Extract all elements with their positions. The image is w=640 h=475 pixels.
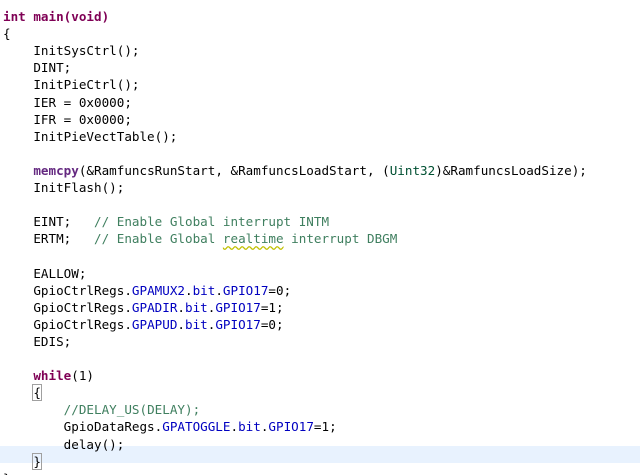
code-token: DINT; — [3, 60, 72, 76]
code-line[interactable]: EALLOW; — [3, 265, 86, 282]
code-token: =0; — [260, 316, 284, 332]
code-line[interactable]: IFR = 0x0000; — [3, 111, 132, 128]
code-token: . — [177, 316, 185, 332]
code-token: } — [32, 452, 42, 470]
code-token: delay(); — [3, 436, 125, 452]
code-token: EALLOW; — [3, 265, 87, 281]
code-token: GPIO17 — [215, 316, 261, 332]
code-token: EINT; — [3, 214, 94, 230]
code-token: GPIO17 — [215, 299, 261, 315]
code-token: interrupt DBGM — [283, 231, 398, 247]
code-line[interactable]: InitPieVectTable(); — [3, 128, 177, 145]
code-token: GPIO17 — [268, 419, 314, 435]
code-token: . — [177, 299, 185, 315]
text-caret — [40, 453, 42, 468]
code-token: // Enable Global — [94, 231, 223, 247]
code-token: bit — [185, 316, 208, 332]
code-token: bit — [192, 282, 216, 298]
code-line[interactable]: { — [3, 384, 42, 402]
code-line[interactable]: { — [3, 25, 11, 42]
code-token: GPAPUD — [131, 316, 178, 332]
code-token: (&RamfuncsRunStart, &RamfuncsLoadStart, … — [78, 162, 390, 178]
code-token: =0; — [268, 282, 292, 298]
code-token: GPAMUX2 — [131, 282, 185, 298]
code-token: InitSysCtrl(); — [3, 43, 140, 59]
code-line[interactable]: DINT; — [3, 59, 71, 76]
code-line[interactable]: ERTM; // Enable Global realtime interrup… — [3, 230, 397, 247]
code-line[interactable]: } — [3, 452, 42, 470]
code-line[interactable]: GpioDataRegs.GPATOGGLE.bit.GPIO17=1; — [3, 418, 337, 435]
code-line[interactable]: } — [3, 470, 11, 475]
code-line[interactable]: GpioCtrlRegs.GPAPUD.bit.GPIO17=0; — [3, 316, 284, 333]
code-token: //DELAY_US(DELAY); — [63, 402, 201, 418]
code-line[interactable]: delay(); — [3, 436, 125, 453]
code-line[interactable]: while(1) — [3, 367, 94, 384]
code-token: =1; — [260, 299, 284, 315]
code-editor[interactable]: int main(void) { InitSysCtrl(); DINT; Ini… — [0, 0, 640, 475]
code-token: GPATOGGLE — [162, 419, 231, 435]
code-token: Uint32 — [389, 162, 436, 178]
code-line[interactable]: InitPieCtrl(); — [3, 76, 139, 93]
code-token: int main(void) — [3, 9, 110, 24]
code-token: realtime — [222, 231, 284, 247]
code-token: =1; — [313, 419, 337, 435]
code-token: (1) — [71, 368, 95, 384]
code-token: IFR = 0x0000; — [3, 111, 132, 127]
code-line[interactable]: EINT; // Enable Global interrupt INTM — [3, 213, 329, 230]
code-token: bit — [185, 299, 208, 315]
code-line[interactable]: InitFlash(); — [3, 179, 124, 196]
code-line[interactable]: memcpy(&RamfuncsRunStart, &RamfuncsLoadS… — [3, 162, 587, 179]
code-token: GPIO17 — [222, 282, 269, 298]
code-token: GPADIR — [131, 299, 178, 315]
code-token: GpioCtrlRegs. — [3, 316, 132, 332]
code-token: { — [32, 384, 42, 402]
code-token: // Enable Global interrupt INTM — [94, 214, 330, 230]
code-token: bit — [238, 419, 261, 435]
code-token: GpioCtrlRegs. — [3, 299, 132, 315]
code-token: IER = 0x0000; — [3, 94, 132, 110]
code-token: . — [184, 282, 193, 298]
code-token: InitFlash(); — [3, 180, 125, 195]
code-token: GpioDataRegs. — [3, 419, 163, 435]
code-token: } — [3, 471, 11, 475]
code-token: { — [3, 26, 11, 42]
code-token: memcpy — [33, 162, 79, 178]
code-token: while — [33, 368, 72, 384]
code-line[interactable]: GpioCtrlRegs.GPAMUX2.bit.GPIO17=0; — [3, 282, 291, 299]
code-token: InitPieCtrl(); — [3, 77, 140, 93]
code-line[interactable]: IER = 0x0000; — [3, 94, 132, 111]
code-token: ERTM; — [3, 231, 94, 247]
code-token: . — [230, 419, 239, 435]
code-token: GpioCtrlRegs. — [3, 282, 132, 298]
code-line[interactable]: //DELAY_US(DELAY); — [3, 401, 200, 418]
code-line[interactable]: GpioCtrlRegs.GPADIR.bit.GPIO17=1; — [3, 299, 284, 316]
code-token: )&RamfuncsLoadSize); — [435, 162, 587, 178]
code-line[interactable]: int main(void) — [3, 8, 109, 25]
code-line[interactable]: InitSysCtrl(); — [3, 42, 139, 59]
code-token: . — [215, 282, 223, 298]
code-token: InitPieVectTable(); — [3, 128, 178, 144]
code-token: EDIS; — [3, 333, 72, 349]
code-line[interactable]: EDIS; — [3, 333, 71, 350]
